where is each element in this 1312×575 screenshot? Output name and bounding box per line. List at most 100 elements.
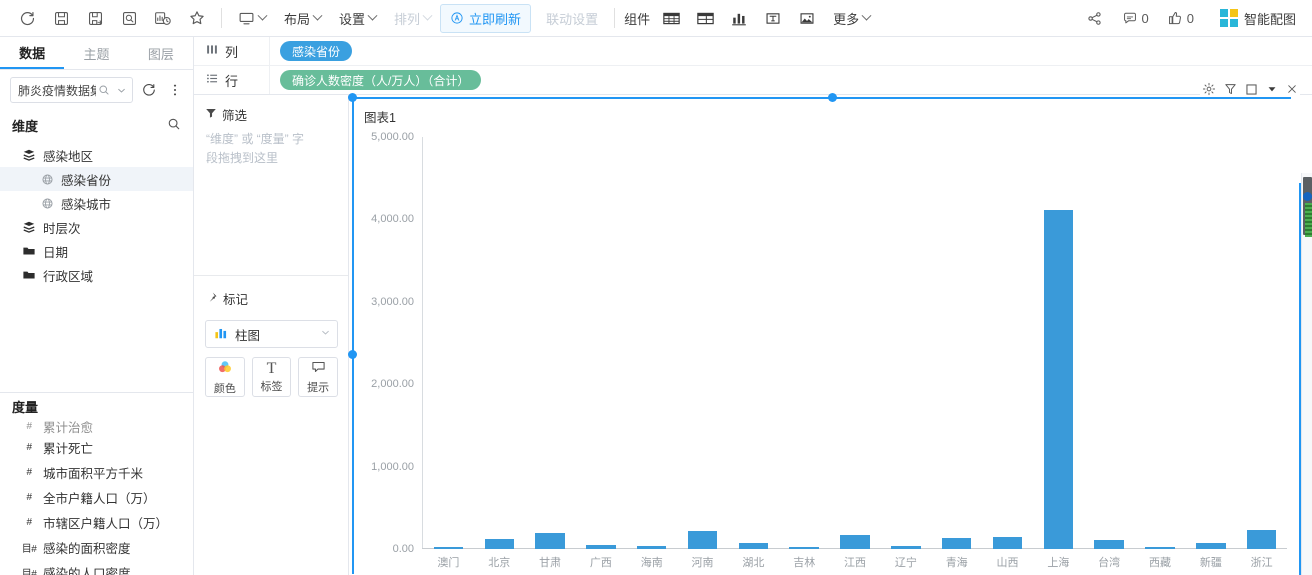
- bar-cell[interactable]: [677, 137, 728, 549]
- tab-theme[interactable]: 主题: [64, 37, 128, 69]
- preview-icon[interactable]: [112, 4, 146, 32]
- chart-resize-handle-lm[interactable]: [348, 350, 357, 359]
- bar-chart-icon[interactable]: [722, 4, 756, 32]
- bar-cell[interactable]: [1236, 137, 1287, 549]
- bar-cell[interactable]: [830, 137, 881, 549]
- bar[interactable]: [688, 531, 717, 549]
- bar-cell[interactable]: [474, 137, 525, 549]
- measure-item-city-population[interactable]: # 全市户籍人口（万）: [0, 485, 193, 510]
- settings-gear-icon[interactable]: [1202, 82, 1216, 96]
- history-chart-icon[interactable]: [146, 4, 180, 32]
- pill-infected-province[interactable]: 感染省份: [280, 41, 352, 61]
- bar-cell[interactable]: [931, 137, 982, 549]
- x-axis-tick-label: 新疆: [1185, 549, 1236, 574]
- chart-card[interactable]: 图表1 0.001,000.002,000.003,000.004,000.00…: [351, 96, 1302, 575]
- refresh-circle-icon[interactable]: [10, 4, 44, 32]
- x-axis-tick-label: 西藏: [1135, 549, 1186, 574]
- x-axis-tick-label: 浙江: [1236, 549, 1287, 574]
- measure-item-district-population[interactable]: # 市辖区户籍人口（万）: [0, 510, 193, 535]
- table-icon[interactable]: [654, 4, 688, 32]
- save-icon[interactable]: [44, 4, 78, 32]
- measure-item-cumulative-cured[interactable]: # 累计治愈: [0, 417, 193, 435]
- bar-cell[interactable]: [982, 137, 1033, 549]
- chart-type-select[interactable]: 柱图: [205, 320, 338, 348]
- measure-item-cumulative-deaths[interactable]: # 累计死亡: [0, 435, 193, 460]
- close-x-icon[interactable]: [1286, 83, 1298, 95]
- measure-list[interactable]: # 累计治愈 # 累计死亡 # 城市面积平方千米 # 全市户籍人口（万） #: [0, 417, 193, 575]
- dimension-item-infected-province[interactable]: 感染省份: [0, 167, 193, 191]
- search-icon[interactable]: [98, 84, 110, 96]
- bar-cell[interactable]: [1135, 137, 1186, 549]
- filter-funnel-icon[interactable]: [1224, 82, 1237, 96]
- dimension-item-date[interactable]: 日期: [0, 239, 193, 263]
- chart-resize-handle-tl[interactable]: [348, 93, 357, 102]
- share-icon[interactable]: [1078, 4, 1112, 32]
- chart-resize-handle-tm[interactable]: [828, 93, 837, 102]
- triangle-down-icon[interactable]: [1266, 83, 1278, 95]
- bar[interactable]: [1247, 530, 1276, 549]
- measure-item-city-area[interactable]: # 城市面积平方千米: [0, 460, 193, 485]
- search-icon[interactable]: [167, 117, 181, 134]
- smart-layout-grid-icon: [1220, 9, 1238, 27]
- refresh-now-button[interactable]: 立即刷新: [440, 4, 531, 33]
- crosstab-icon[interactable]: [688, 4, 722, 32]
- arrange-menu: 排列: [385, 5, 440, 32]
- bar-cell[interactable]: [423, 137, 474, 549]
- dimension-item-infected-city[interactable]: 感染城市: [0, 191, 193, 215]
- dimension-item-time-hierarchy[interactable]: 时层次: [0, 215, 193, 239]
- bar-cell[interactable]: [525, 137, 576, 549]
- square-icon[interactable]: [1245, 83, 1258, 96]
- bar-cell[interactable]: [575, 137, 626, 549]
- chevron-down-icon[interactable]: [116, 85, 127, 96]
- column-shelf: 列 感染省份: [194, 37, 1312, 66]
- bar[interactable]: [993, 537, 1022, 549]
- dataset-select[interactable]: 肺炎疫情数据集: [10, 77, 133, 103]
- pill-confirmed-density[interactable]: 确诊人数密度（人/万人）（合计）: [280, 70, 481, 90]
- text-box-icon[interactable]: [756, 4, 790, 32]
- save-as-icon[interactable]: [78, 4, 112, 32]
- tab-layer[interactable]: 图层: [129, 37, 193, 69]
- mark-tooltip-button[interactable]: 提示: [298, 357, 338, 397]
- bar[interactable]: [1044, 210, 1073, 549]
- mark-color-button[interactable]: 颜色: [205, 357, 245, 397]
- more-menu[interactable]: 更多: [824, 5, 879, 32]
- bar-cell[interactable]: [728, 137, 779, 549]
- layout-menu[interactable]: 布局: [275, 5, 330, 32]
- bar-cell[interactable]: [1185, 137, 1236, 549]
- dataset-more-icon[interactable]: [165, 80, 185, 100]
- bar[interactable]: [1094, 540, 1123, 549]
- y-axis-tick: 4,000.00: [371, 213, 414, 225]
- column-shelf-dropzone[interactable]: 感染省份: [269, 37, 1312, 65]
- dimension-item-infected-region[interactable]: 感染地区: [0, 143, 193, 167]
- measure-item-area-density[interactable]: 目# 感染的面积密度: [0, 535, 193, 560]
- bar[interactable]: [485, 539, 514, 549]
- bar[interactable]: [535, 533, 564, 549]
- comment-count[interactable]: 0: [1114, 6, 1157, 30]
- image-icon[interactable]: [790, 4, 824, 32]
- mark-label-button[interactable]: T 标签: [252, 357, 292, 397]
- favorite-star-icon[interactable]: [180, 4, 214, 32]
- dataset-refresh-icon[interactable]: [139, 80, 159, 100]
- bar-cell[interactable]: [626, 137, 677, 549]
- settings-menu[interactable]: 设置: [330, 5, 385, 32]
- bar-cell[interactable]: [880, 137, 931, 549]
- tab-data[interactable]: 数据: [0, 37, 64, 69]
- bar-cell[interactable]: [779, 137, 830, 549]
- smart-layout-button[interactable]: 智能配图: [1214, 5, 1302, 32]
- measure-item-population-density[interactable]: 目# 感染的人口密度: [0, 560, 193, 575]
- scrollbar-thumb[interactable]: [1303, 177, 1312, 235]
- canvas-vertical-scrollbar[interactable]: [1301, 173, 1312, 575]
- scrollbar-marker-dot: [1303, 192, 1312, 201]
- bar-cell[interactable]: [1033, 137, 1084, 549]
- bar[interactable]: [942, 538, 971, 549]
- column-shelf-label: 列: [225, 42, 238, 61]
- folder-icon: [22, 244, 36, 258]
- bar-cell[interactable]: [1084, 137, 1135, 549]
- row-shelf-dropzone[interactable]: 确诊人数密度（人/万人）（合计）: [269, 66, 1312, 94]
- bar[interactable]: [840, 535, 869, 549]
- filter-dropzone[interactable]: “维度” 或 “度量” 字 段拖拽到这里: [194, 130, 348, 168]
- like-count[interactable]: 0: [1159, 6, 1202, 30]
- dimension-item-admin-region[interactable]: 行政区域: [0, 263, 193, 287]
- device-menu[interactable]: [229, 6, 275, 31]
- dimension-list: 感染地区 感染省份 感染城市 时层次: [0, 141, 193, 287]
